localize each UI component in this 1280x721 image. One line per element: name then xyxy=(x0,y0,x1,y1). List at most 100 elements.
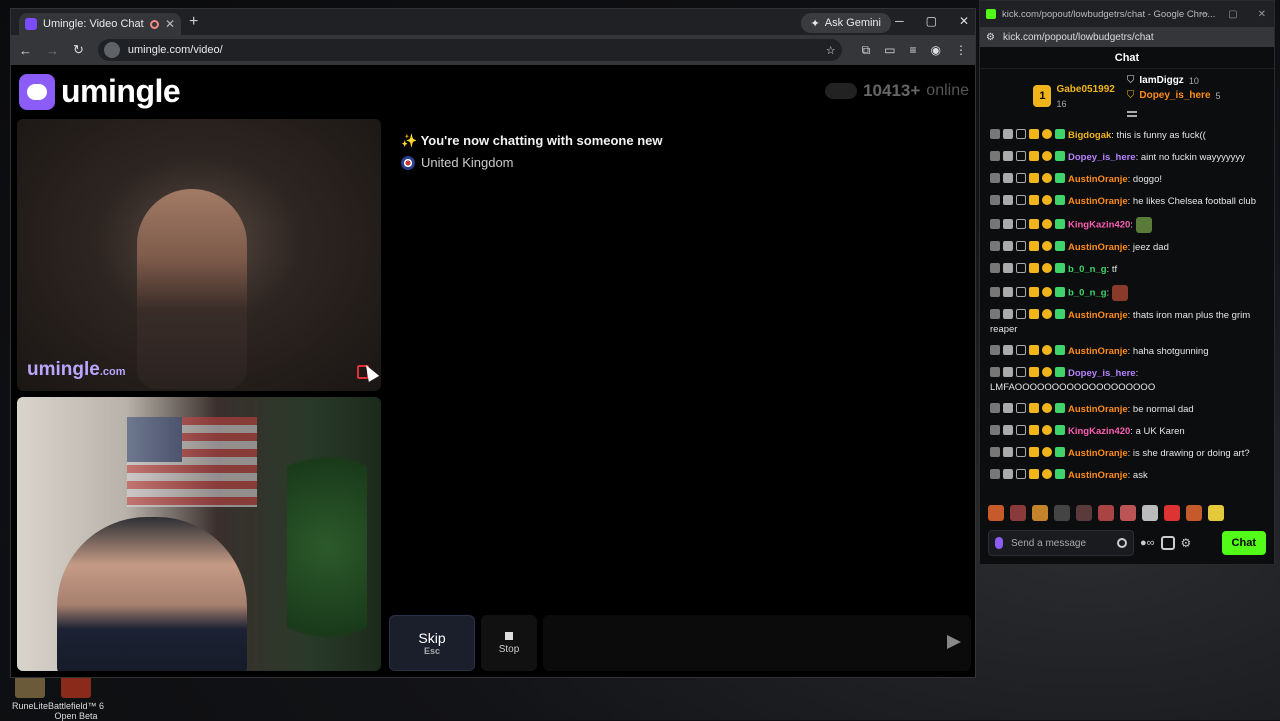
badge-icon xyxy=(1042,403,1052,413)
cast-icon[interactable]: ▭ xyxy=(884,43,895,58)
site-settings-icon[interactable]: ⚙ xyxy=(986,32,995,43)
chat-message[interactable]: AustinOranje: ask xyxy=(990,465,1266,487)
badge-icon xyxy=(1003,218,1013,229)
chat-username[interactable]: AustinOranje xyxy=(1068,404,1128,415)
profile-icon[interactable]: ◉ xyxy=(931,43,941,58)
chat-username[interactable]: AustinOranje xyxy=(1068,346,1128,357)
chat-username[interactable]: Bigdogak xyxy=(1068,130,1111,141)
badge-icon xyxy=(1029,367,1039,377)
emote-icon[interactable] xyxy=(1120,505,1136,521)
store-icon[interactable] xyxy=(1160,536,1175,550)
chat-message[interactable]: AustinOranje: be normal dad xyxy=(990,399,1266,421)
emote-icon[interactable] xyxy=(1186,505,1202,521)
country-name: United Kingdom xyxy=(421,155,514,170)
message-input[interactable] xyxy=(543,615,971,671)
chat-message[interactable]: AustinOranje: he likes Chelsea football … xyxy=(990,191,1266,213)
chat-username[interactable]: b_0_n_g xyxy=(1068,288,1107,299)
chat-username[interactable]: AustinOranje xyxy=(1068,196,1128,207)
address-bar[interactable]: umingle.com/video/ ☆ xyxy=(97,39,842,61)
reload-icon[interactable]: ↻ xyxy=(73,42,84,58)
desktop-icon-battlefield[interactable]: Battlefield™ 6 Open Beta xyxy=(46,676,106,721)
kick-close-button[interactable]: ✕ xyxy=(1258,9,1266,20)
chat-message[interactable]: Dopey_is_here: aint no fuckin wayyyyyyy xyxy=(990,147,1266,169)
chat-message[interactable]: b_0_n_g: tf xyxy=(990,259,1266,281)
chat-username[interactable]: KingKazin420 xyxy=(1068,220,1130,231)
chat-username[interactable]: Dopey_is_here xyxy=(1068,152,1136,163)
chat-message[interactable]: AustinOranje: jeez dad xyxy=(990,237,1266,259)
badge-icon xyxy=(1003,241,1013,251)
chat-message[interactable]: Bigdogak: this is funny as fuck(( xyxy=(990,125,1266,147)
emote-icon[interactable] xyxy=(1032,505,1048,521)
close-window-button[interactable]: ✕ xyxy=(959,14,969,28)
browser-toolbar: ← → ↻ umingle.com/video/ ☆ ⧉ ▭ ≡ ◉ ⋮ xyxy=(11,35,975,65)
chat-message[interactable]: KingKazin420: a UK Karen xyxy=(990,421,1266,443)
badge-icon xyxy=(1042,129,1052,139)
chat-send-button[interactable]: Chat xyxy=(1221,531,1266,555)
video-watermark: umingle.com xyxy=(27,359,126,381)
emote-icon[interactable] xyxy=(1208,505,1224,521)
chat-message[interactable]: KingKazin420: xyxy=(990,213,1266,237)
emote-icon[interactable] xyxy=(1164,505,1180,521)
bookmark-star-icon[interactable]: ☆ xyxy=(826,44,836,57)
badge-icon xyxy=(990,218,1000,229)
badge-icon xyxy=(1055,367,1065,377)
chat-username[interactable]: AustinOranje xyxy=(1068,174,1128,185)
gifter-count: 10 xyxy=(1188,75,1199,86)
chat-message[interactable]: Dopey_is_here: LMFAOOOOOOOOOOOOOOOOOOO xyxy=(990,363,1266,399)
umingle-logo[interactable]: umingle xyxy=(19,73,181,110)
collapse-menu-icon[interactable] xyxy=(1127,111,1137,117)
chat-username[interactable]: b_0_n_g xyxy=(1068,264,1107,275)
emote-icon[interactable] xyxy=(1142,505,1158,521)
emote-icon[interactable] xyxy=(1098,505,1114,521)
badge-icon xyxy=(1042,367,1052,377)
chat-username[interactable]: AustinOranje xyxy=(1068,242,1128,253)
minimize-button[interactable]: ─ xyxy=(895,14,904,28)
kick-address-bar[interactable]: ⚙ kick.com/popout/lowbudgetrs/chat xyxy=(980,27,1274,47)
chat-username[interactable]: AustinOranje xyxy=(1068,470,1128,481)
microphone-icon[interactable] xyxy=(995,537,1003,549)
chat-message[interactable]: AustinOranje: is she drawing or doing ar… xyxy=(990,443,1266,465)
chat-username[interactable]: KingKazin420 xyxy=(1068,426,1130,437)
chat-text: : this is funny as fuck(( xyxy=(1111,130,1206,141)
tab-umingle[interactable]: Umingle: Video Chat with S ✕ xyxy=(19,13,181,35)
skip-button[interactable]: Skip Esc xyxy=(389,615,475,671)
top-gifter[interactable]: 1 Gabe051992 16 xyxy=(1033,75,1115,117)
settings-gear-icon[interactable]: ⚙ xyxy=(1181,536,1192,550)
emote-icon[interactable] xyxy=(1010,505,1026,521)
media-icon[interactable]: ≡ xyxy=(910,43,917,58)
skip-label: Skip xyxy=(418,630,446,646)
back-icon[interactable]: ← xyxy=(19,43,32,58)
badge-icon xyxy=(1029,173,1039,183)
kick-maximize-button[interactable]: ▢ xyxy=(1228,9,1237,20)
chat-message[interactable]: AustinOranje: thats iron man plus the gr… xyxy=(990,305,1266,341)
send-message-field[interactable]: Send a message xyxy=(988,530,1134,556)
chat-message[interactable]: b_0_n_g: xyxy=(990,281,1266,305)
site-info-icon[interactable] xyxy=(103,42,120,58)
gifter-row[interactable]: ⛉ IamDiggz 10 xyxy=(1127,75,1221,86)
emoji-icon[interactable] xyxy=(1117,538,1127,548)
emote-icon[interactable] xyxy=(1054,505,1070,521)
chat-username[interactable]: AustinOranje xyxy=(1068,310,1128,321)
chat-message[interactable]: AustinOranje: doggo! xyxy=(990,169,1266,191)
ask-gemini-button[interactable]: ✦ Ask Gemini xyxy=(800,13,891,33)
send-icon[interactable] xyxy=(947,635,961,649)
chat-username[interactable]: Dopey_is_here xyxy=(1068,368,1136,379)
close-tab-icon[interactable]: ✕ xyxy=(165,17,175,31)
emote-icon[interactable] xyxy=(988,505,1004,521)
badge-icon xyxy=(990,263,1000,273)
kick-minimize-button[interactable]: ─ xyxy=(1201,9,1208,20)
emote-icon[interactable] xyxy=(1076,505,1092,521)
maximize-button[interactable]: ▢ xyxy=(926,14,937,28)
stop-button[interactable]: Stop xyxy=(481,615,537,671)
extensions-icon[interactable]: ⧉ xyxy=(862,43,871,58)
theme-toggle[interactable] xyxy=(825,83,858,99)
shield-icon: ⛉ xyxy=(1126,75,1135,86)
badge-icon xyxy=(1016,173,1026,183)
chat-username[interactable]: AustinOranje xyxy=(1068,448,1128,459)
chat-message[interactable]: AustinOranje: haha shotgunning xyxy=(990,341,1266,363)
forward-icon[interactable]: → xyxy=(46,43,59,58)
menu-kebab-icon[interactable]: ⋮ xyxy=(955,43,967,58)
gifter-row[interactable]: ⛉ Dopey_is_here 5 xyxy=(1127,90,1221,101)
points-icon[interactable]: ●∞ xyxy=(1140,537,1155,549)
new-tab-button[interactable]: + xyxy=(189,13,198,31)
